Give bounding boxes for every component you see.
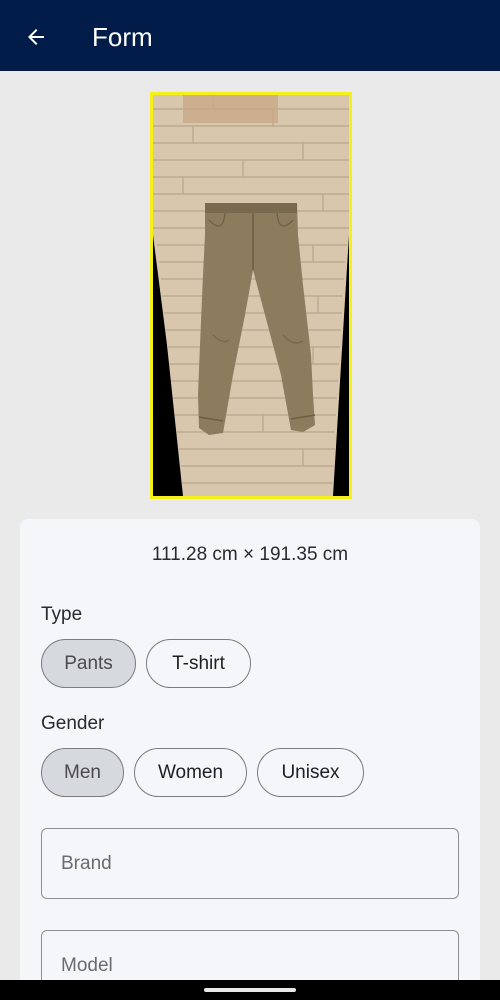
- chip-type-tshirt[interactable]: T-shirt: [146, 639, 251, 688]
- system-nav-bar: [0, 980, 500, 1000]
- chip-gender-unisex[interactable]: Unisex: [257, 748, 364, 797]
- arrow-left-icon: [28, 29, 44, 45]
- brand-input[interactable]: [42, 829, 458, 898]
- chip-gender-women[interactable]: Women: [134, 748, 247, 797]
- form-card: 111.28 cm × 191.35 cm Type Pants T-shirt…: [20, 519, 480, 1000]
- garment-photo: [150, 92, 352, 499]
- type-label: Type: [41, 604, 83, 625]
- app-bar: Form: [0, 0, 500, 71]
- chip-gender-men[interactable]: Men: [41, 748, 124, 797]
- pants-photo-image: [153, 95, 349, 496]
- page-title: Form: [92, 22, 153, 52]
- gender-label: Gender: [41, 713, 105, 734]
- home-gesture-handle[interactable]: [204, 988, 296, 992]
- back-button[interactable]: [14, 15, 58, 59]
- chip-type-pants[interactable]: Pants: [41, 639, 136, 688]
- measurement-text: 111.28 cm × 191.35 cm: [151, 544, 349, 565]
- brand-field[interactable]: [41, 828, 459, 899]
